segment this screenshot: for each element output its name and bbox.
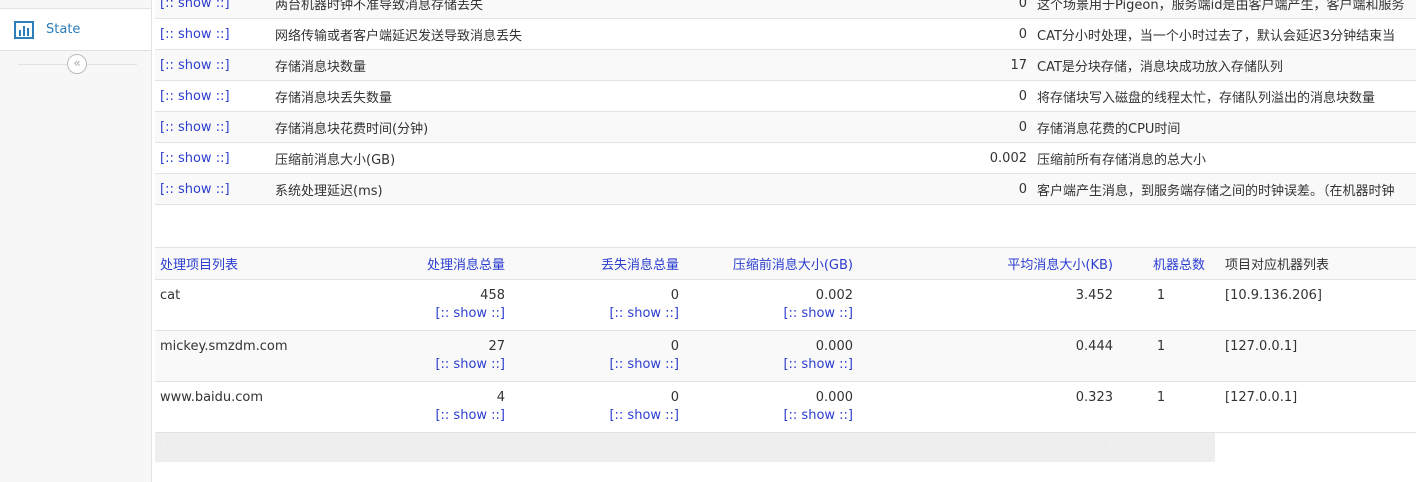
metric-description: CAT分小时处理，当一个小时过去了，默认会延迟3分钟结束当 (1037, 18, 1416, 50)
project-name: mickey.smzdm.com (160, 339, 288, 354)
show-link[interactable]: [:: show ::] (435, 357, 505, 372)
metric-description: 将存储块写入磁盘的线程太忙，存储队列溢出的消息块数量 (1037, 80, 1416, 112)
project-lost: 0 (670, 288, 679, 303)
project-machine-list: [127.0.0.1] (1225, 390, 1298, 405)
metric-description: 这个场景用于Pigeon，服务端id是由客户端产生，客户端和服务 (1037, 0, 1416, 19)
project-machine-count: 1 (1156, 339, 1166, 354)
show-link[interactable]: [:: show ::] (609, 306, 679, 321)
metric-row: [:: show ::] 系统处理延迟(ms) 0 客户端产生消息，到服务端存储之间的… (155, 173, 1416, 205)
projects-table: 处理项目列表 处理消息总量 丢失消息总量 压缩前消息大小(GB) 平均消息大小(… (155, 247, 1416, 462)
project-avg-size: 0.444 (1075, 339, 1113, 354)
project-row: mickey.smzdm.com 27[:: show ::] 0[:: show … (155, 330, 1416, 382)
metric-row: [:: show ::] 存储消息块丢失数量 0 将存储块写入磁盘的线程太忙，存储队列… (155, 80, 1416, 112)
metric-name: 两台机器时钟不准导致消息存储丢失 (275, 0, 915, 19)
show-link[interactable]: [:: show ::] (160, 89, 230, 104)
metric-description: 客户端产生消息，到服务端存储之间的时钟误差。（在机器时钟 (1037, 173, 1416, 205)
metric-row: [:: show ::] 两台机器时钟不准导致消息存储丢失 0 这个场景用于Pigeo… (155, 0, 1416, 19)
project-total: 458 (480, 288, 505, 303)
project-total: 4 (496, 390, 505, 405)
projects-footer-row: 3 3 (155, 432, 1416, 462)
metric-row: [:: show ::] 存储消息块数量 17 CAT是分块存储，消息块成功放入存储队… (155, 49, 1416, 81)
main-content: [:: show ::] 两台机器时钟不准导致消息存储丢失 0 这个场景用于Pigeo… (155, 0, 1416, 482)
bar-chart-icon (14, 20, 34, 39)
footer-right-value: 3 (857, 432, 1117, 462)
metric-value: 0 (915, 0, 1037, 19)
show-link[interactable]: [:: show ::] (160, 151, 230, 166)
metric-row: [:: show ::] 网络传输或者客户端延迟发送导致消息丢失 0 CAT分小时处理… (155, 18, 1416, 50)
collapse-sidebar-icon[interactable]: « (67, 54, 87, 74)
metric-description: 存储消息花费的CPU时间 (1037, 111, 1416, 143)
projects-header-row: 处理项目列表 处理消息总量 丢失消息总量 压缩前消息大小(GB) 平均消息大小(… (155, 247, 1416, 280)
show-link[interactable]: [:: show ::] (160, 27, 230, 42)
show-link[interactable]: [:: show ::] (160, 0, 230, 11)
show-link[interactable]: [:: show ::] (609, 408, 679, 423)
sidebar-item-label: State (46, 22, 81, 37)
col-header-total[interactable]: 处理消息总量 (395, 247, 509, 280)
project-size: 0.002 (815, 288, 853, 303)
metrics-table: [:: show ::] 两台机器时钟不准导致消息存储丢失 0 这个场景用于Pigeo… (155, 0, 1416, 205)
metric-value: 0 (915, 111, 1037, 143)
project-lost: 0 (670, 339, 679, 354)
project-machine-list: [127.0.0.1] (1225, 339, 1298, 354)
metric-name: 压缩前消息大小(GB) (275, 142, 915, 174)
project-row: cat 458[:: show ::] 0[:: show ::] 0.002[:: … (155, 279, 1416, 331)
col-header-machines[interactable]: 机器总数 (1117, 247, 1215, 280)
metric-value: 0.002 (915, 142, 1037, 174)
show-link[interactable]: [:: show ::] (160, 182, 230, 197)
metric-row: [:: show ::] 存储消息块花费时间(分钟) 0 存储消息花费的CPU时间 (155, 111, 1416, 143)
project-name: cat (160, 288, 181, 303)
metric-value: 17 (915, 49, 1037, 81)
col-header-lost[interactable]: 丢失消息总量 (509, 247, 683, 280)
project-name: www.baidu.com (160, 390, 264, 405)
project-machine-count: 1 (1156, 390, 1166, 405)
metric-name: 存储消息块花费时间(分钟) (275, 111, 915, 143)
col-header-name[interactable]: 处理项目列表 (155, 247, 395, 280)
project-total: 27 (488, 339, 505, 354)
show-link[interactable]: [:: show ::] (783, 408, 853, 423)
project-row: www.baidu.com 4[:: show ::] 0[:: show ::] 0… (155, 381, 1416, 433)
metric-name: 存储消息块数量 (275, 49, 915, 81)
sidebar: State « (0, 0, 152, 482)
metric-value: 0 (915, 18, 1037, 50)
metric-description: 压缩前所有存储消息的总大小 (1037, 142, 1416, 174)
sidebar-item-state[interactable]: State (0, 8, 151, 51)
show-link[interactable]: [:: show ::] (783, 357, 853, 372)
metric-name: 系统处理延迟(ms) (275, 173, 915, 205)
col-header-machine-list: 项目对应机器列表 (1215, 247, 1416, 280)
project-avg-size: 0.323 (1075, 390, 1113, 405)
show-link[interactable]: [:: show ::] (609, 357, 679, 372)
project-size: 0.000 (815, 339, 853, 354)
footer-left-value: 3 (155, 432, 395, 462)
project-avg-size: 3.452 (1075, 288, 1113, 303)
metric-row: [:: show ::] 压缩前消息大小(GB) 0.002 压缩前所有存储消息的总大… (155, 142, 1416, 174)
project-lost: 0 (670, 390, 679, 405)
show-link[interactable]: [:: show ::] (435, 408, 505, 423)
project-machine-count: 1 (1156, 288, 1166, 303)
metric-name: 网络传输或者客户端延迟发送导致消息丢失 (275, 18, 915, 50)
metric-value: 0 (915, 80, 1037, 112)
col-header-avg[interactable]: 平均消息大小(KB) (857, 247, 1117, 280)
metric-value: 0 (915, 173, 1037, 205)
show-link[interactable]: [:: show ::] (435, 306, 505, 321)
metric-name: 存储消息块丢失数量 (275, 80, 915, 112)
show-link[interactable]: [:: show ::] (160, 58, 230, 73)
metric-description: CAT是分块存储，消息块成功放入存储队列 (1037, 49, 1416, 81)
project-size: 0.000 (815, 390, 853, 405)
project-machine-list: [10.9.136.206] (1225, 288, 1322, 303)
show-link[interactable]: [:: show ::] (160, 120, 230, 135)
col-header-size[interactable]: 压缩前消息大小(GB) (683, 247, 857, 280)
show-link[interactable]: [:: show ::] (783, 306, 853, 321)
